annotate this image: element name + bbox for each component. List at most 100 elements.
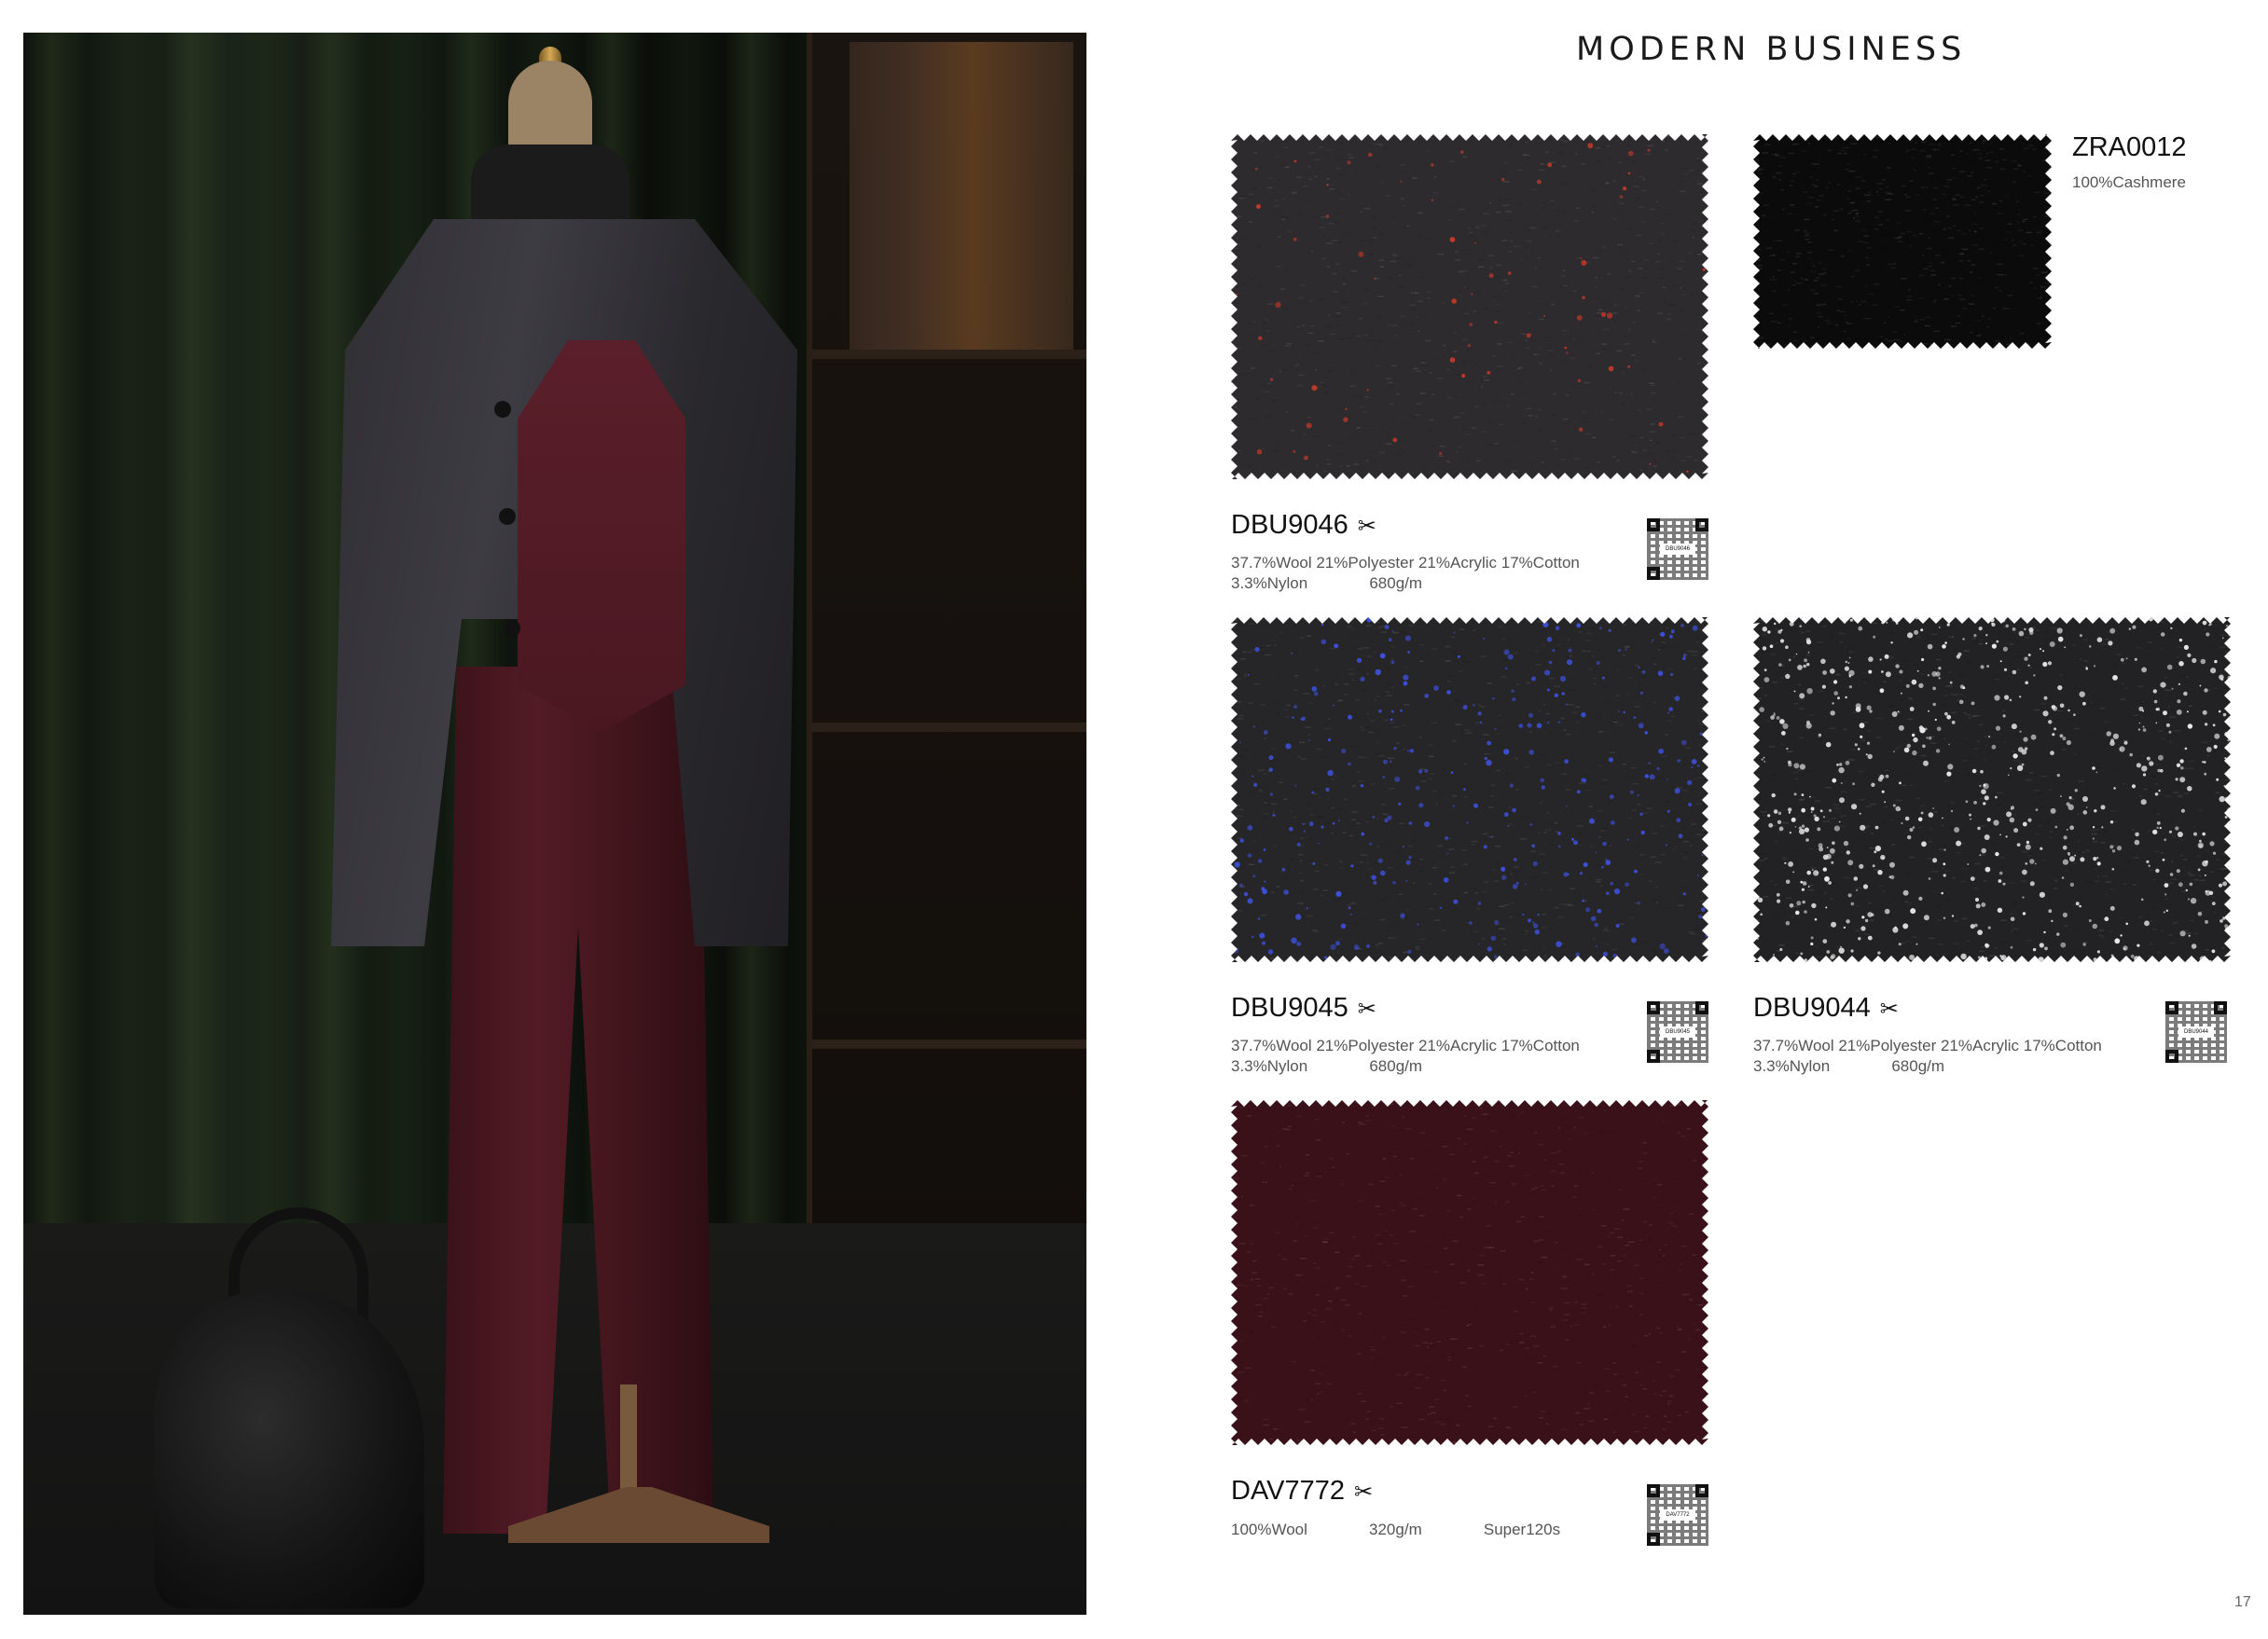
- fabric-fleck: [2164, 838, 2167, 842]
- fabric-fleck: [1984, 802, 1986, 805]
- fabric-fleck: [1302, 823, 1305, 826]
- fabric-fleck: [2011, 723, 2017, 730]
- fabric-fleck: [1867, 912, 1874, 917]
- fabric-fleck: [1602, 841, 1607, 847]
- fabric-fleck: [2164, 893, 2167, 896]
- fabric-fleck: [1946, 771, 1952, 777]
- fabric-fleck: [1928, 877, 1931, 880]
- fabric-fleck: [1983, 783, 1986, 787]
- fabric-fleck: [2160, 768, 2164, 773]
- fabric-fleck: [1822, 939, 1828, 943]
- fabric-swatch[interactable]: [1231, 617, 1708, 962]
- fabric-fleck: [1582, 296, 1585, 299]
- fabric-fleck: [1484, 756, 1487, 761]
- fabric-fleck: [2123, 945, 2128, 951]
- fabric-fleck: [1270, 378, 1274, 381]
- fabric-fleck: [1777, 820, 1782, 824]
- fabric-fleck: [1843, 926, 1846, 930]
- shelf: [812, 1040, 1086, 1049]
- fabric-fleck: [1889, 861, 1895, 868]
- fabric-fleck: [1585, 907, 1591, 913]
- fabric-fleck: [1836, 764, 1839, 766]
- fabric-fleck: [1259, 932, 1265, 939]
- fabric-fleck: [1879, 774, 1885, 779]
- fabric-fleck: [1402, 846, 1404, 847]
- fabric-fleck: [1500, 866, 1506, 872]
- fabric-fleck: [2193, 832, 2197, 836]
- fabric-fleck: [1705, 933, 1708, 937]
- fabric-fleck: [1261, 941, 1266, 945]
- fabric-fleck: [1789, 903, 1794, 908]
- fabric-fleck: [1366, 617, 1372, 623]
- fabric-fleck: [2123, 740, 2128, 745]
- fabric-fleck: [2012, 753, 2018, 759]
- qr-code-icon[interactable]: DBU9044: [2165, 1001, 2227, 1063]
- qr-code-icon[interactable]: DBU9045: [1647, 1001, 1708, 1063]
- fabric-fleck: [1700, 907, 1706, 912]
- fabric-fleck: [2044, 946, 2048, 951]
- fabric-fleck: [1252, 775, 1254, 778]
- fabric-fleck: [2060, 942, 2067, 948]
- fabric-fleck: [2204, 688, 2208, 693]
- fabric-fleck: [1565, 703, 1568, 706]
- fabric-fleck: [1881, 856, 1885, 860]
- fabric-fleck: [1247, 853, 1252, 858]
- fabric-fleck: [1806, 640, 1812, 645]
- fabric-fleck: [1866, 705, 1872, 710]
- fabric-fleck: [1838, 763, 1843, 766]
- fabric-fleck: [2212, 723, 2216, 727]
- fabric-fleck: [1977, 826, 1981, 831]
- fabric-fleck: [1864, 918, 1869, 923]
- fabric-fleck: [1670, 672, 1674, 677]
- fabric-fleck: [1308, 739, 1310, 741]
- fabric-fleck: [1691, 759, 1697, 764]
- fabric-fleck: [2208, 624, 2211, 627]
- fabric-fleck: [1969, 813, 1971, 817]
- fabric-fleck: [1292, 716, 1294, 719]
- fabric-fleck: [1957, 652, 1962, 656]
- fabric-fleck: [1625, 648, 1627, 651]
- fabric-fleck: [2112, 675, 2118, 681]
- fabric-fleck: [1913, 737, 1918, 743]
- fabric-composition: 37.7%Wool 21%Polyester 21%Acrylic 17%Cot…: [1231, 1037, 1580, 1054]
- fabric-fleck: [2079, 634, 2082, 638]
- fabric-fleck: [1793, 763, 1800, 769]
- fabric-fleck: [1991, 643, 1997, 649]
- fabric-fleck: [2197, 842, 2204, 848]
- qr-code-icon[interactable]: DBU9046: [1647, 518, 1708, 580]
- qr-code-icon[interactable]: DAV7772: [1647, 1484, 1708, 1546]
- fabric-fleck: [2223, 785, 2226, 787]
- fabric-fleck: [1557, 832, 1561, 835]
- fabric-fleck: [1641, 670, 1646, 674]
- fabric-fleck: [1327, 769, 1334, 777]
- fabric-fleck: [2152, 829, 2158, 835]
- fabric-fleck: [1417, 923, 1419, 926]
- fabric-fleck: [1846, 850, 1850, 855]
- fabric-fleck: [1239, 838, 1244, 843]
- fabric-fleck: [2067, 829, 2068, 831]
- fabric-fleck: [1832, 778, 1837, 783]
- fabric-swatch[interactable]: [1753, 134, 2052, 349]
- fabric-fleck: [2160, 682, 2166, 688]
- fabric-fleck: [2054, 825, 2058, 829]
- fabric-fleck: [2023, 737, 2028, 742]
- fabric-fleck: [2131, 784, 2137, 789]
- fabric-fleck: [1567, 873, 1570, 876]
- fabric-fleck: [2109, 905, 2115, 911]
- fabric-swatch[interactable]: [1231, 134, 1708, 479]
- fabric-fleck: [2188, 898, 2190, 901]
- fabric-fleck: [2214, 733, 2220, 739]
- fabric-fleck: [1848, 674, 1851, 677]
- fabric-fleck: [1691, 765, 1694, 769]
- fabric-fleck: [1856, 888, 1859, 891]
- fabric-fleck: [2000, 955, 2007, 961]
- fabric-fleck: [2093, 957, 2097, 962]
- fabric-swatch[interactable]: [1231, 1100, 1708, 1445]
- fabric-fleck: [1487, 740, 1492, 746]
- fabric-fleck: [1799, 764, 1805, 770]
- fabric-fleck: [1942, 644, 1946, 649]
- fabric-swatch[interactable]: [1753, 617, 2231, 962]
- fabric-fleck: [1951, 915, 1955, 917]
- fabric-fleck: [1656, 766, 1660, 771]
- fabric-fleck: [2074, 789, 2078, 792]
